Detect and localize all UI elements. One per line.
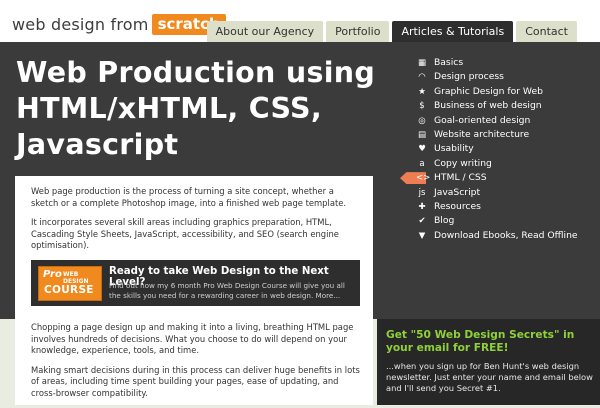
menu-item-javascript[interactable]: js JavaScript bbox=[416, 186, 591, 200]
course-badge: Pro WEB DESIGN COURSE bbox=[38, 265, 102, 301]
newsletter-box: Get "50 Web Design Secrets" in your emai… bbox=[377, 319, 600, 405]
skills-paragraph: It incorporates several skill areas incl… bbox=[31, 217, 339, 251]
newsletter-text: ...when you sign up for Ben Hunt's web d… bbox=[386, 361, 593, 394]
menu-item-label: Download Ebooks, Read Offline bbox=[434, 229, 578, 241]
menu-item-graphic-design[interactable]: ★ Graphic Design for Web bbox=[416, 85, 591, 99]
menu-item-label: Resources bbox=[434, 200, 481, 212]
menu-item-download-ebooks[interactable]: ▼ Download Ebooks, Read Offline bbox=[416, 229, 591, 243]
download-icon: ▼ bbox=[418, 230, 426, 241]
content-card: Web page production is the process of tu… bbox=[15, 176, 373, 405]
menu-item-usability[interactable]: ♥ Usability bbox=[416, 142, 591, 156]
code-icon: <> bbox=[416, 173, 431, 184]
menu-item-label: Graphic Design for Web bbox=[434, 85, 543, 97]
menu-item-blog[interactable]: ✔ Blog bbox=[416, 214, 591, 228]
newsletter-heading: Get "50 Web Design Secrets" in your emai… bbox=[386, 329, 575, 354]
header-bar: web design from scratch About our Agency… bbox=[0, 0, 600, 42]
gear-icon: ✚ bbox=[418, 201, 426, 212]
star-icon: ★ bbox=[418, 86, 426, 97]
promo-text[interactable]: Find out how my 6 month Pro Web Design C… bbox=[109, 281, 355, 300]
intro-paragraph: Web page production is the process of tu… bbox=[31, 186, 347, 208]
menu-item-goal-oriented[interactable]: ◎ Goal-oriented design bbox=[416, 114, 591, 128]
content-body: Web page production is the process of tu… bbox=[31, 186, 361, 408]
grid-icon: ▦ bbox=[417, 58, 427, 68]
menu-item-resources[interactable]: ✚ Resources bbox=[416, 200, 591, 214]
check-icon: ✔ bbox=[418, 216, 426, 227]
sitemap-icon: ▤ bbox=[417, 129, 427, 140]
badge-course-text: COURSE bbox=[44, 283, 94, 296]
letter-a-icon: a bbox=[419, 158, 425, 169]
arc-icon: ◠ bbox=[418, 72, 426, 83]
nav-tab-articles[interactable]: Articles & Tutorials bbox=[392, 21, 514, 42]
badge-web-design-text: WEB DESIGN bbox=[63, 270, 89, 285]
menu-item-label: Basics bbox=[434, 57, 464, 68]
course-promo-banner[interactable]: Pro WEB DESIGN COURSE Ready to take Web … bbox=[31, 259, 360, 306]
dollar-icon: $ bbox=[419, 101, 425, 112]
menu-item-label: Usability bbox=[434, 143, 474, 155]
menu-item-label: Goal-oriented design bbox=[434, 114, 531, 126]
chopping-paragraph: Chopping a page design up and making it … bbox=[31, 321, 354, 356]
menu-item-design-process[interactable]: ◠ Design process bbox=[416, 70, 591, 84]
badge-pro-text: Pro bbox=[43, 268, 62, 280]
main-nav: About our Agency Portfolio Articles & Tu… bbox=[204, 21, 577, 42]
section-menu: ▦ Basics ◠ Design process ★ Graphic Design … bbox=[416, 56, 591, 243]
decisions-paragraph: Making smart decisions during in this pr… bbox=[31, 364, 360, 398]
page-title: Web Production using HTML/xHTML, CSS, Ja… bbox=[16, 56, 376, 161]
menu-item-label: Copy writing bbox=[434, 157, 492, 169]
site-logo[interactable]: web design from scratch bbox=[12, 14, 226, 35]
menu-item-label: Blog bbox=[434, 215, 455, 227]
menu-item-label: HTML / CSS bbox=[434, 172, 487, 184]
nav-tab-about[interactable]: About our Agency bbox=[206, 21, 324, 42]
target-icon: ◎ bbox=[418, 115, 426, 126]
menu-item-architecture[interactable]: ▤ Website architecture bbox=[416, 128, 591, 142]
menu-item-business[interactable]: $ Business of web design bbox=[416, 99, 591, 113]
menu-item-html-css[interactable]: <> HTML / CSS bbox=[416, 171, 591, 185]
logo-text: web design from bbox=[12, 15, 149, 34]
nav-tab-portfolio[interactable]: Portfolio bbox=[326, 21, 390, 42]
js-icon: js bbox=[418, 187, 426, 198]
menu-item-label: Design process bbox=[434, 71, 504, 83]
menu-item-label: JavaScript bbox=[434, 186, 481, 198]
nav-tab-contact[interactable]: Contact bbox=[516, 21, 577, 42]
menu-item-basics[interactable]: ▦ Basics bbox=[416, 56, 591, 70]
heart-icon: ♥ bbox=[418, 144, 426, 155]
menu-item-label: Website architecture bbox=[434, 128, 530, 140]
menu-item-label: Business of web design bbox=[434, 100, 542, 112]
menu-item-copy-writing[interactable]: a Copy writing bbox=[416, 157, 591, 171]
